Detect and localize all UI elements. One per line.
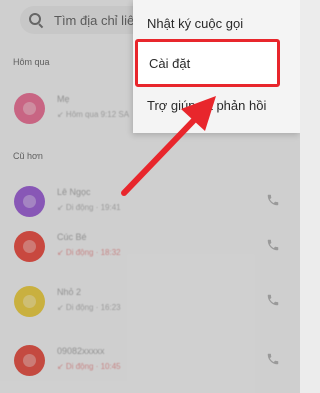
menu-item-call-history[interactable]: Nhật ký cuộc gọi <box>133 4 300 44</box>
phone-app-screen: Hôm qua Mẹ ↙ Hôm qua 9:12 SA Cũ hơn Lê N… <box>0 0 300 393</box>
menu-item-help-feedback[interactable]: Trợ giúp và phản hồi <box>133 86 300 126</box>
menu-item-label: Cài đặt <box>149 56 191 71</box>
menu-item-label: Trợ giúp và phản hồi <box>147 98 267 113</box>
menu-item-label: Nhật ký cuộc gọi <box>147 16 244 31</box>
menu-item-settings[interactable]: Cài đặt <box>135 39 280 87</box>
